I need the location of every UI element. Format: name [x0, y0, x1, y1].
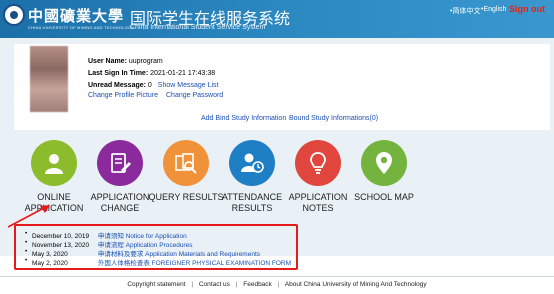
unread-message-row: Unread Message: 0 Show Message List	[88, 82, 218, 89]
system-subtitle: China International Student Service Syst…	[130, 24, 266, 31]
tile-school-map[interactable]: SCHOOL MAP	[354, 140, 414, 220]
footer-separator: |	[191, 281, 194, 288]
language-english-link[interactable]: •English	[481, 6, 506, 13]
change-profile-picture-link[interactable]: Change Profile Picture	[88, 92, 158, 99]
application-change-circle[interactable]	[97, 140, 143, 186]
map-pin-icon	[376, 152, 392, 174]
footer: Copyright statement | Contact us | Feedb…	[0, 281, 554, 288]
tile-label: SCHOOL MAP	[354, 192, 414, 202]
profile-links-row: Change Profile Picture Change Password	[88, 92, 223, 99]
application-notes-circle[interactable]	[295, 140, 341, 186]
tile-label: APPLICATION NOTES	[288, 192, 348, 213]
username-row: User Name: uuprogram	[88, 58, 163, 65]
tile-attendance-results[interactable]: ATTENDANCE RESULTS	[222, 140, 282, 220]
lightbulb-icon	[310, 152, 326, 174]
edit-document-icon	[111, 153, 131, 173]
show-message-list-link[interactable]: Show Message List	[158, 82, 219, 89]
unread-count: 0	[147, 82, 152, 89]
query-results-circle[interactable]	[163, 140, 209, 186]
feedback-link[interactable]: Feedback	[243, 281, 272, 288]
university-seal-icon	[3, 4, 25, 26]
user-info-box	[14, 44, 550, 116]
tile-label: ONLINE APPLICATION	[24, 192, 84, 213]
username-value: uuprogram	[128, 58, 163, 65]
change-password-link[interactable]: Change Password	[166, 92, 223, 99]
tile-query-results[interactable]: QUERY RESULTS	[148, 140, 224, 220]
avatar[interactable]	[30, 46, 68, 112]
copyright-link[interactable]: Copyright statement	[127, 281, 185, 288]
header-bar: 中國礦業大學 CHINA UNIVERSITY OF MINING AND TE…	[0, 0, 554, 38]
unread-label: Unread Message:	[88, 82, 146, 89]
person-icon	[45, 154, 63, 174]
tile-label: APPLICATION CHANGE	[90, 192, 150, 213]
university-name-cn: 中國礦業大學	[28, 7, 125, 25]
language-chinese-link[interactable]: •简体中文	[450, 6, 480, 16]
attendance-results-circle[interactable]	[229, 140, 275, 186]
footer-separator: |	[235, 281, 238, 288]
last-sign-in-label: Last Sign In Time:	[88, 70, 149, 77]
tile-label: QUERY RESULTS	[148, 192, 224, 202]
highlight-box	[14, 224, 298, 270]
person-clock-icon	[241, 153, 264, 173]
sign-out-link[interactable]: Sign out	[509, 4, 545, 14]
tile-online-application[interactable]: ONLINE APPLICATION	[25, 140, 83, 220]
tile-application-change[interactable]: APPLICATION CHANGE	[91, 140, 149, 220]
about-link[interactable]: About China University of Mining And Tec…	[285, 281, 427, 288]
username-label: User Name:	[88, 58, 127, 65]
add-bind-study-link[interactable]: Add Bind Study Information	[201, 115, 286, 122]
online-application-circle[interactable]	[31, 140, 77, 186]
tile-label: ATTENDANCE RESULTS	[221, 192, 283, 213]
school-map-circle[interactable]	[361, 140, 407, 186]
last-sign-in-value: 2021-01-21 17:43:38	[150, 70, 216, 77]
search-documents-icon	[175, 153, 197, 174]
contact-us-link[interactable]: Contact us	[199, 281, 230, 288]
last-sign-in-row: Last Sign In Time: 2021-01-21 17:43:38	[88, 70, 215, 77]
tile-application-notes[interactable]: APPLICATION NOTES	[289, 140, 347, 220]
bound-study-link[interactable]: Bound Study Informations(0)	[289, 115, 378, 122]
footer-separator: |	[277, 281, 280, 288]
university-name-en: CHINA UNIVERSITY OF MINING AND TECHNOLOG…	[28, 25, 135, 30]
footer-divider	[0, 276, 554, 277]
